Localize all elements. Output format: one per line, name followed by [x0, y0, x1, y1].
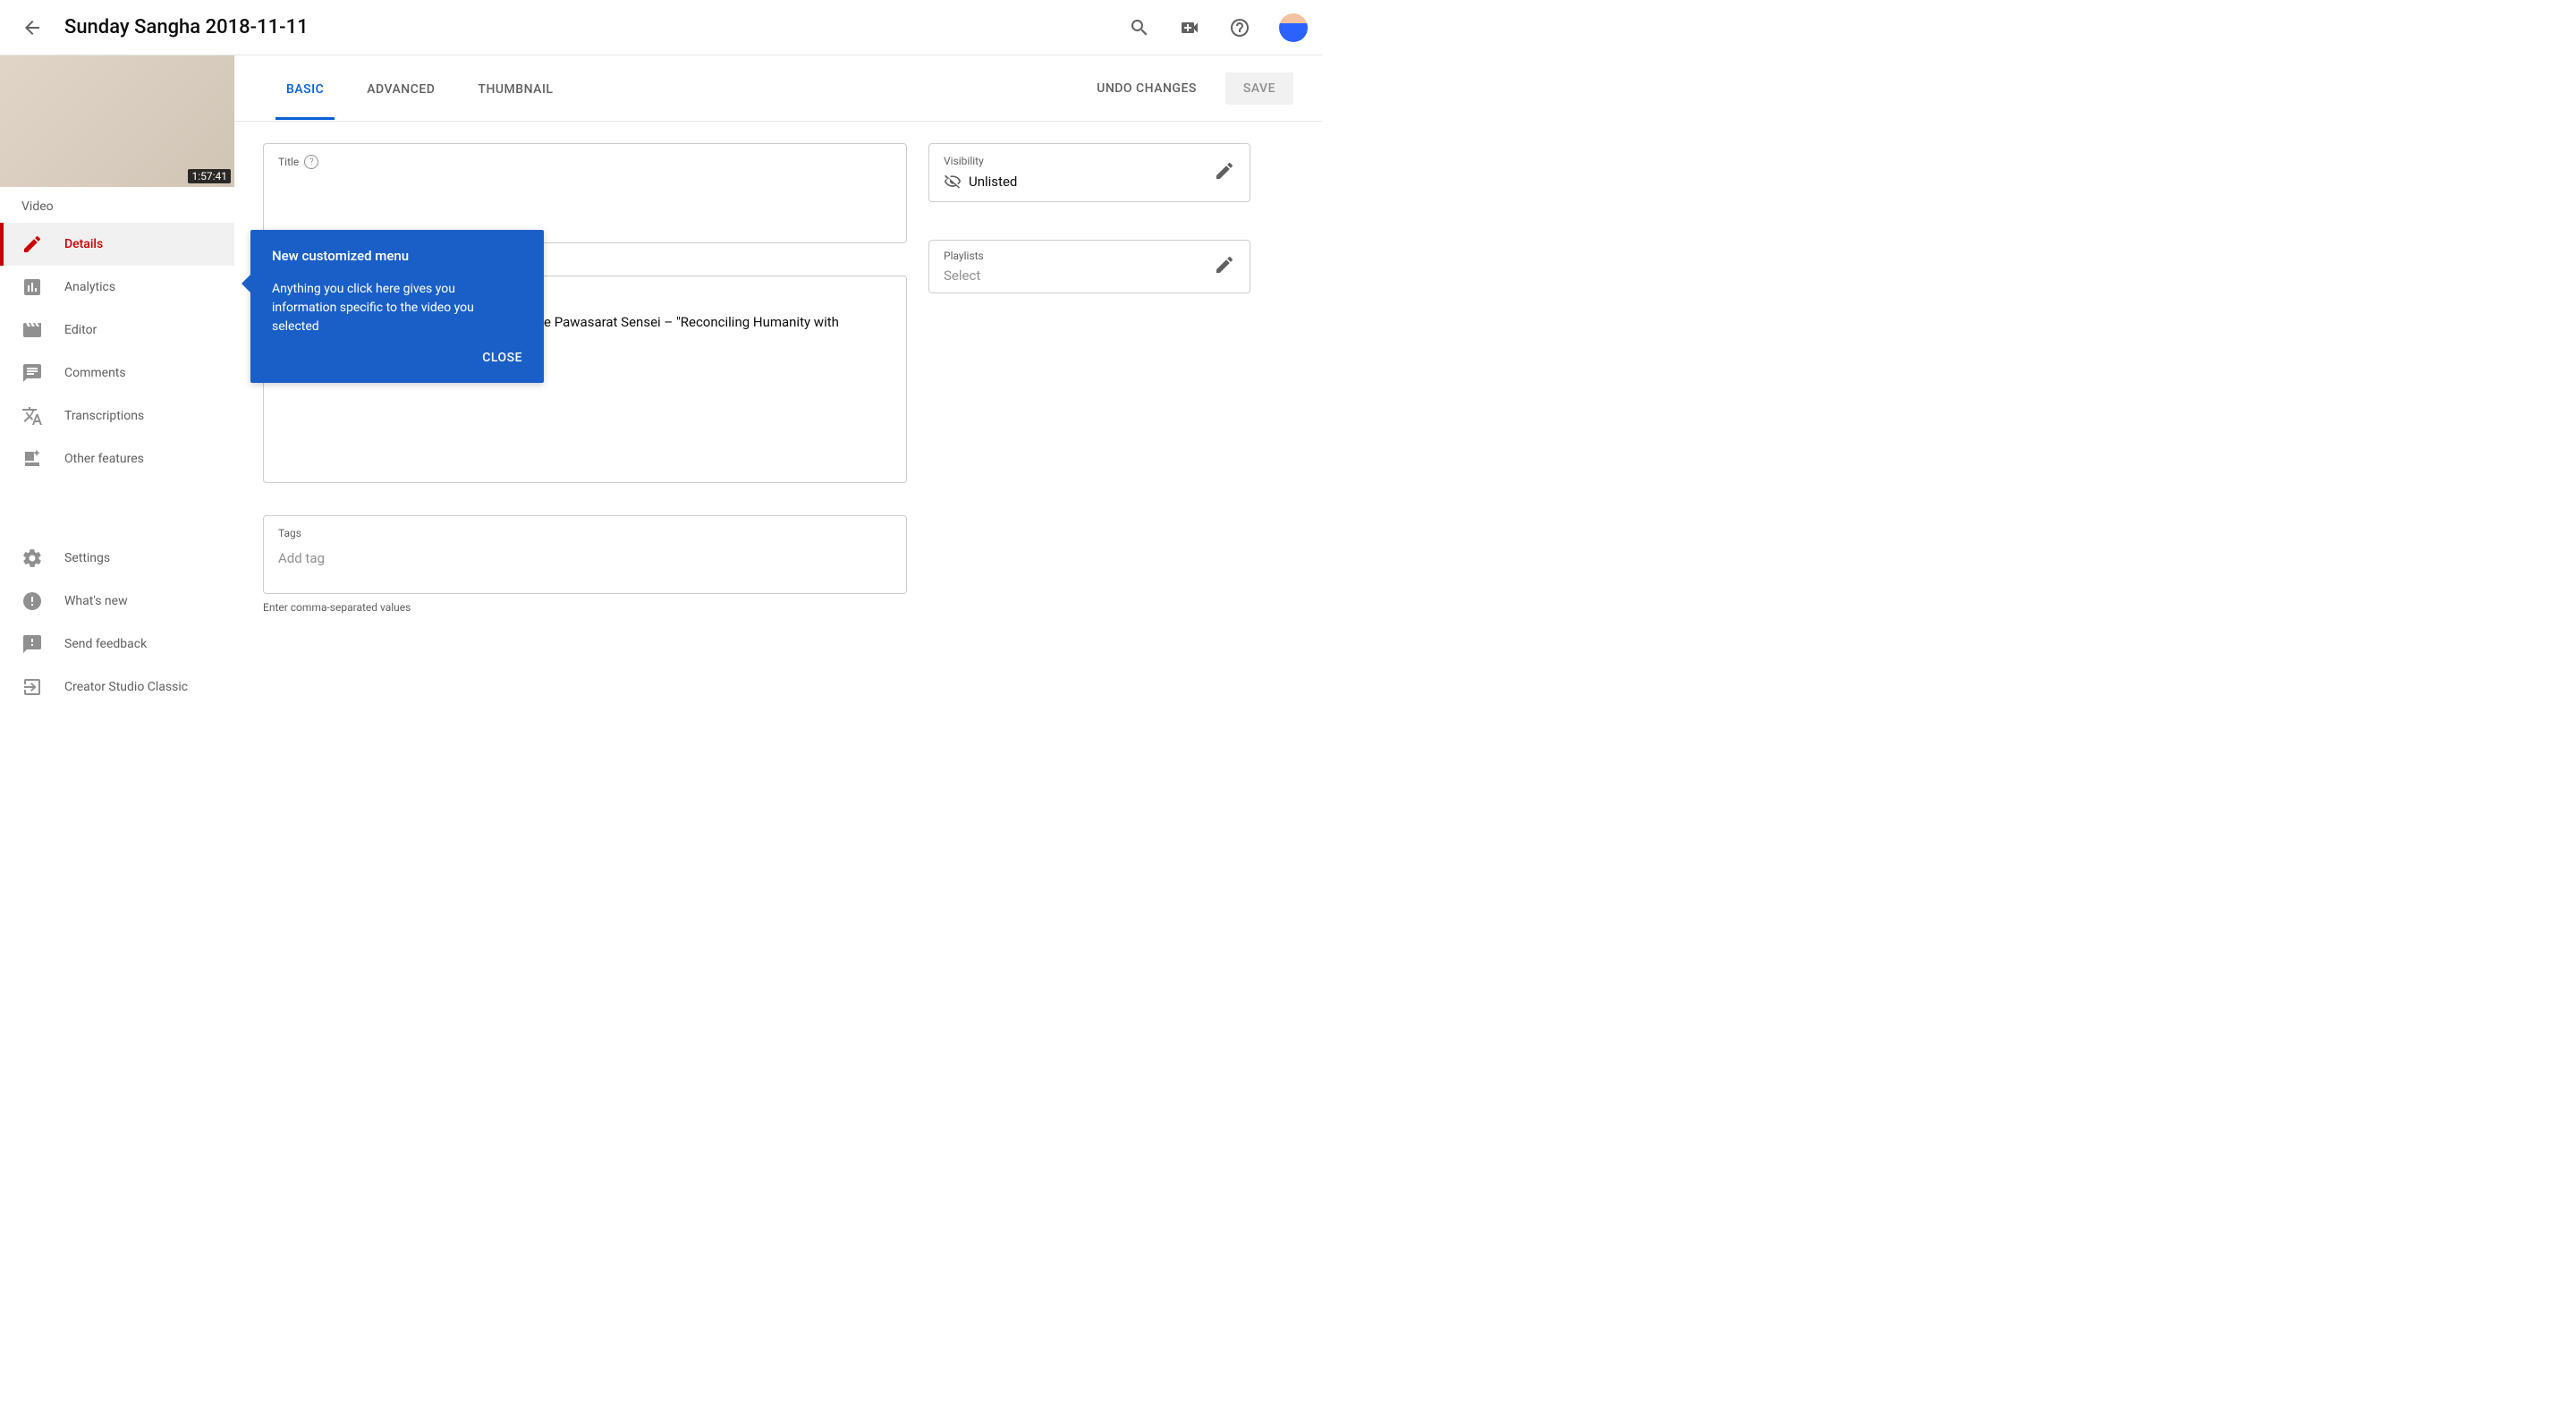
- arrow-back-icon: [21, 17, 43, 38]
- sidebar-item-whats-new[interactable]: What's new: [0, 580, 234, 623]
- search-icon: [1129, 17, 1150, 38]
- sidebar-item-label: Settings: [64, 551, 110, 565]
- undo-changes-button[interactable]: UNDO CHANGES: [1082, 74, 1211, 103]
- visibility-label: Visibility: [944, 155, 1214, 167]
- pencil-icon: [1214, 254, 1235, 276]
- comments-icon: [21, 362, 43, 384]
- tab-thumbnail[interactable]: THUMBNAIL: [478, 57, 553, 120]
- pencil-icon: [21, 233, 43, 255]
- title-field[interactable]: Title ?: [263, 143, 907, 243]
- translate-icon: [21, 405, 43, 427]
- sidebar-item-classic[interactable]: Creator Studio Classic: [0, 666, 234, 708]
- tooltip-close-button[interactable]: CLOSE: [272, 351, 522, 365]
- tab-basic[interactable]: BASIC: [286, 57, 324, 120]
- visibility-value: Unlisted: [969, 174, 1017, 190]
- sidebar-item-transcriptions[interactable]: Transcriptions: [0, 395, 234, 437]
- playlists-label: Playlists: [944, 250, 1214, 262]
- video-duration: 1:57:41: [188, 169, 231, 183]
- tags-hint: Enter comma-separated values: [263, 601, 907, 614]
- help-button[interactable]: [1222, 10, 1258, 46]
- visibility-off-icon: [944, 173, 962, 191]
- title-label: Title: [278, 156, 299, 168]
- back-button[interactable]: [14, 10, 50, 46]
- playlists-value: Select: [944, 267, 1214, 284]
- sidebar-item-label: Analytics: [64, 280, 115, 294]
- header-actions: [1122, 10, 1308, 46]
- tabs-bar: BASIC ADVANCED THUMBNAIL UNDO CHANGES SA…: [234, 55, 1322, 122]
- sidebar-item-settings[interactable]: Settings: [0, 537, 234, 580]
- onboarding-tooltip: New customized menu Anything you click h…: [250, 230, 544, 383]
- gear-icon: [21, 547, 43, 569]
- sidebar-item-analytics[interactable]: Analytics: [0, 266, 234, 309]
- save-button[interactable]: SAVE: [1225, 72, 1293, 105]
- sidebar: 1:57:41 Video Details Analytics Editor C…: [0, 55, 234, 708]
- create-button[interactable]: [1172, 10, 1208, 46]
- pencil-icon: [1214, 160, 1235, 182]
- tags-field[interactable]: Tags Add tag: [263, 515, 907, 594]
- help-icon[interactable]: ?: [304, 155, 318, 169]
- page-title: Sunday Sangha 2018-11-11: [64, 16, 1122, 38]
- sidebar-item-other-features[interactable]: Other features: [0, 437, 234, 480]
- sidebar-item-feedback[interactable]: Send feedback: [0, 623, 234, 666]
- feedback-icon: [21, 633, 43, 655]
- avatar[interactable]: [1279, 13, 1308, 42]
- sidebar-item-details[interactable]: Details: [0, 223, 234, 266]
- video-thumbnail[interactable]: 1:57:41: [0, 55, 234, 187]
- sidebar-item-label: Transcriptions: [64, 409, 144, 423]
- sidebar-section-label: Video: [0, 187, 234, 223]
- help-icon: [1229, 17, 1250, 38]
- tags-label: Tags: [278, 527, 301, 539]
- edit-playlists-button[interactable]: [1214, 254, 1235, 279]
- edit-visibility-button[interactable]: [1214, 160, 1235, 185]
- analytics-icon: [21, 276, 43, 298]
- features-icon: [21, 448, 43, 470]
- sidebar-item-label: Details: [64, 237, 103, 251]
- search-button[interactable]: [1122, 10, 1157, 46]
- sidebar-item-label: Other features: [64, 452, 144, 466]
- sidebar-item-label: What's new: [64, 594, 128, 608]
- video-plus-icon: [1179, 17, 1200, 38]
- sidebar-item-label: Send feedback: [64, 637, 147, 651]
- visibility-card[interactable]: Visibility Unlisted: [928, 143, 1250, 202]
- editor-icon: [21, 319, 43, 341]
- sidebar-item-editor[interactable]: Editor: [0, 309, 234, 352]
- tags-placeholder: Add tag: [278, 539, 892, 566]
- playlists-card[interactable]: Playlists Select: [928, 240, 1250, 293]
- sidebar-item-label: Editor: [64, 323, 97, 337]
- tab-advanced[interactable]: ADVANCED: [367, 57, 435, 120]
- announcement-icon: [21, 590, 43, 612]
- exit-icon: [21, 676, 43, 698]
- header: Sunday Sangha 2018-11-11: [0, 0, 1322, 55]
- sidebar-item-label: Creator Studio Classic: [64, 680, 188, 694]
- tooltip-text: Anything you click here gives you inform…: [272, 280, 522, 336]
- tooltip-title: New customized menu: [272, 248, 522, 264]
- sidebar-item-label: Comments: [64, 366, 126, 380]
- sidebar-item-comments[interactable]: Comments: [0, 352, 234, 395]
